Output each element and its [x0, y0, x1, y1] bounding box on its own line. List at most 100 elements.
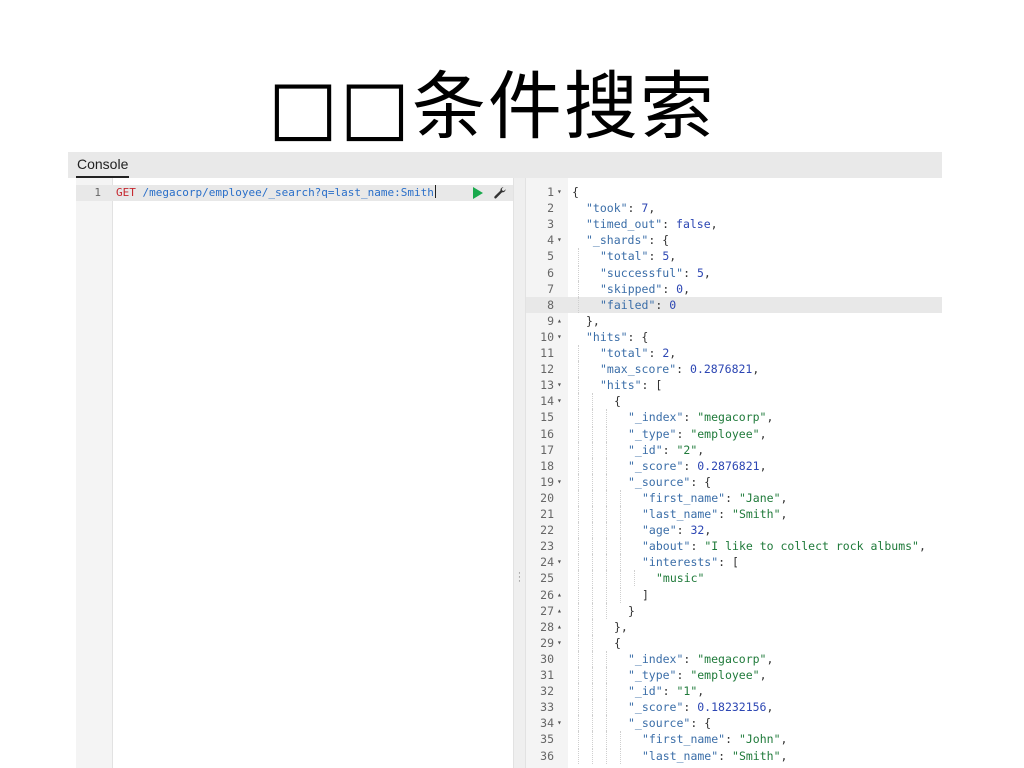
response-line[interactable]: 1 ▾ { [526, 184, 942, 200]
response-line[interactable]: 31 "_type": "employee", [526, 667, 942, 683]
response-line[interactable]: 5 "total": 5, [526, 248, 942, 265]
response-line[interactable]: 16 "_type": "employee", [526, 425, 942, 442]
fold-open-icon[interactable]: ▾ [557, 329, 565, 345]
response-line[interactable]: 18 "_score": 0.2876821, [526, 457, 942, 474]
response-line[interactable]: 13 ▾ "hits": [ [526, 377, 942, 394]
code-token: : [683, 651, 698, 666]
indent-guide [620, 554, 621, 571]
code-token: , [780, 748, 788, 763]
response-line[interactable]: 2 "took": 7, [526, 200, 942, 216]
request-editor[interactable]: 1 GET /megacorp/employee/_search?q=last_… [76, 178, 513, 768]
code-token: , [759, 668, 767, 682]
response-line[interactable]: 28 ▴}, [526, 618, 942, 635]
code-token: : [655, 297, 670, 312]
response-line[interactable]: 10 ▾ "hits": { [526, 329, 942, 345]
indent-guide [592, 747, 593, 764]
indent-guide [620, 522, 621, 539]
indent-guide [578, 377, 579, 394]
fold-close-icon[interactable]: ▴ [557, 587, 565, 603]
response-line[interactable]: 25 "music" [526, 570, 942, 587]
code-token: "first_name" [642, 732, 726, 747]
response-line[interactable]: 17 "_id": "2", [526, 441, 942, 458]
pane-divider[interactable]: · · · [513, 178, 526, 768]
code-token: "hits" [600, 378, 642, 393]
response-line[interactable]: 35 "first_name": "John", [526, 731, 942, 748]
fold-close-icon[interactable]: ▴ [557, 603, 565, 619]
line-number: 26 [540, 587, 554, 602]
code-token: : [683, 410, 698, 425]
indent-guide [606, 570, 607, 587]
indent-guide [592, 650, 593, 667]
response-line[interactable]: 7 "skipped": 0, [526, 280, 942, 297]
fold-close-icon[interactable]: ▴ [557, 313, 565, 329]
indent-guide [592, 731, 593, 748]
play-icon[interactable] [473, 187, 483, 199]
indent-guide [606, 522, 607, 539]
code-token: "about" [642, 539, 691, 554]
code-token: : [648, 346, 663, 360]
indent-guide [606, 409, 607, 426]
response-line[interactable]: 33 "_score": 0.18232156, [526, 699, 942, 716]
request-line[interactable]: 1 GET /megacorp/employee/_search?q=last_… [76, 185, 513, 201]
code-text: "music" [656, 570, 704, 586]
response-line[interactable]: 29 ▾ { [526, 634, 942, 651]
line-number: 31 [540, 668, 554, 682]
fold-open-icon[interactable]: ▾ [557, 715, 565, 731]
indent-guide [578, 393, 579, 410]
response-line[interactable]: 9 ▴}, [526, 313, 942, 329]
indent-guide [578, 683, 579, 700]
request-method: GET [116, 186, 136, 199]
response-line[interactable]: 23 "about": "I like to collect rock album… [526, 538, 942, 555]
code-text: "skipped": 0, [600, 281, 690, 297]
response-line[interactable]: 20 "first_name": "Jane", [526, 489, 942, 506]
line-number: 23 [540, 539, 554, 554]
indent-guide [606, 538, 607, 555]
line-number: 7 [547, 281, 554, 296]
response-line[interactable]: 36 "last_name": "Smith", [526, 747, 942, 764]
fold-open-icon[interactable]: ▾ [557, 377, 565, 393]
indent-guide [578, 457, 579, 474]
code-text: "first_name": "John", [642, 731, 787, 747]
response-line[interactable]: 22 "age": 32, [526, 522, 942, 539]
code-token: : [676, 668, 691, 682]
indent-guide [592, 602, 593, 619]
fold-open-icon[interactable]: ▾ [557, 393, 565, 409]
line-number: 29 [540, 635, 554, 650]
response-line[interactable]: 32 "_id": "1", [526, 683, 942, 700]
code-token: 0.2876821 [697, 458, 760, 473]
request-text[interactable]: GET /megacorp/employee/_search?q=last_na… [116, 185, 436, 201]
response-line[interactable]: 34 ▾ "_source": { [526, 715, 942, 732]
response-viewer[interactable]: 1 ▾{2 "took": 7, 3 "timed_out": false, 4 ▾ "_sh… [526, 178, 942, 768]
code-token: , [704, 523, 712, 538]
response-line[interactable]: 11 "total": 2, [526, 345, 942, 361]
fold-close-icon[interactable]: ▴ [557, 619, 565, 635]
response-line[interactable]: 6 "successful": 5, [526, 264, 942, 281]
response-line[interactable]: 27 ▴} [526, 602, 942, 619]
indent-guide [578, 248, 579, 265]
code-text: "successful": 5, [600, 265, 711, 281]
response-line[interactable]: 14 ▾ { [526, 393, 942, 410]
fold-open-icon[interactable]: ▾ [557, 232, 565, 248]
response-line[interactable]: 30 "_index": "megacorp", [526, 650, 942, 667]
response-line[interactable]: 19 ▾ "_source": { [526, 473, 942, 490]
tab-console[interactable]: Console [76, 154, 130, 178]
response-line[interactable]: 26 ▴] [526, 586, 942, 603]
code-token: "last_name" [642, 507, 719, 521]
response-line[interactable]: 4 ▾ "_shards": { [526, 232, 942, 248]
console-header: Console [68, 152, 942, 178]
response-line[interactable]: 24 ▾ "interests": [ [526, 554, 942, 571]
response-line[interactable]: 21 "last_name": "Smith", [526, 506, 942, 522]
code-token: : [676, 426, 691, 441]
indent-guide [578, 296, 579, 313]
response-line[interactable]: 3 "timed_out": false, [526, 216, 942, 232]
response-line[interactable]: 8 "failed": 0 [526, 296, 942, 313]
fold-open-icon[interactable]: ▾ [557, 635, 565, 651]
fold-open-icon[interactable]: ▾ [557, 184, 565, 200]
response-line[interactable]: 15 "_index": "megacorp", [526, 409, 942, 426]
response-line[interactable]: 12 "max_score": 0.2876821, [526, 361, 942, 378]
code-token: "total" [600, 249, 649, 264]
wrench-icon[interactable] [493, 186, 507, 200]
fold-open-icon[interactable]: ▾ [557, 554, 565, 570]
fold-open-icon[interactable]: ▾ [557, 474, 565, 490]
code-token: : [718, 748, 733, 763]
